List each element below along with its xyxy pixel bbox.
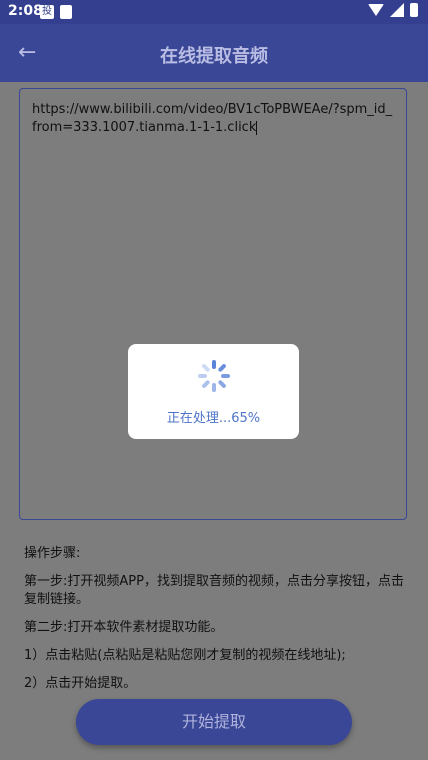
battery-icon (410, 3, 418, 17)
instruction-sub-2: 2）点击开始提取。 (24, 676, 137, 691)
instructions-heading: 操作步骤: (24, 546, 81, 561)
url-text[interactable]: https://www.bilibili.com/video/BV1cToPBW… (32, 101, 394, 137)
progress-message: 正在处理...65% (166, 411, 261, 426)
url-value: https://www.bilibili.com/video/BV1cToPBW… (32, 102, 393, 135)
page-title: 在线提取音频 (160, 46, 268, 67)
status-icons (368, 3, 418, 17)
start-extract-button[interactable]: 开始提取 (76, 699, 352, 745)
instruction-step-1: 第一步:打开视频APP，找到提取音频的视频，点击分享按钮，点击复制链接。 (24, 574, 404, 607)
progress-dialog: 正在处理...65% (128, 344, 299, 439)
notification-icon: 投 (40, 5, 54, 19)
instruction-sub-1: 1）点击粘贴(点粘贴是粘贴您刚才复制的视频在线地址); (24, 648, 346, 663)
wifi-icon (368, 4, 384, 16)
lock-icon (60, 5, 72, 19)
status-time: 2:08 (8, 3, 43, 19)
status-bar: 2:08 投 (0, 0, 428, 24)
instructions: 操作步骤: 第一步:打开视频APP，找到提取音频的视频，点击分享按钮，点击复制链… (24, 545, 414, 703)
signal-icon (390, 3, 404, 17)
loading-spinner-icon (198, 360, 230, 392)
instruction-step-2: 第二步:打开本软件素材提取功能。 (24, 620, 224, 635)
app-bar: ← 在线提取音频 (0, 24, 428, 82)
text-cursor (256, 120, 258, 135)
url-input[interactable]: https://www.bilibili.com/video/BV1cToPBW… (19, 88, 407, 520)
